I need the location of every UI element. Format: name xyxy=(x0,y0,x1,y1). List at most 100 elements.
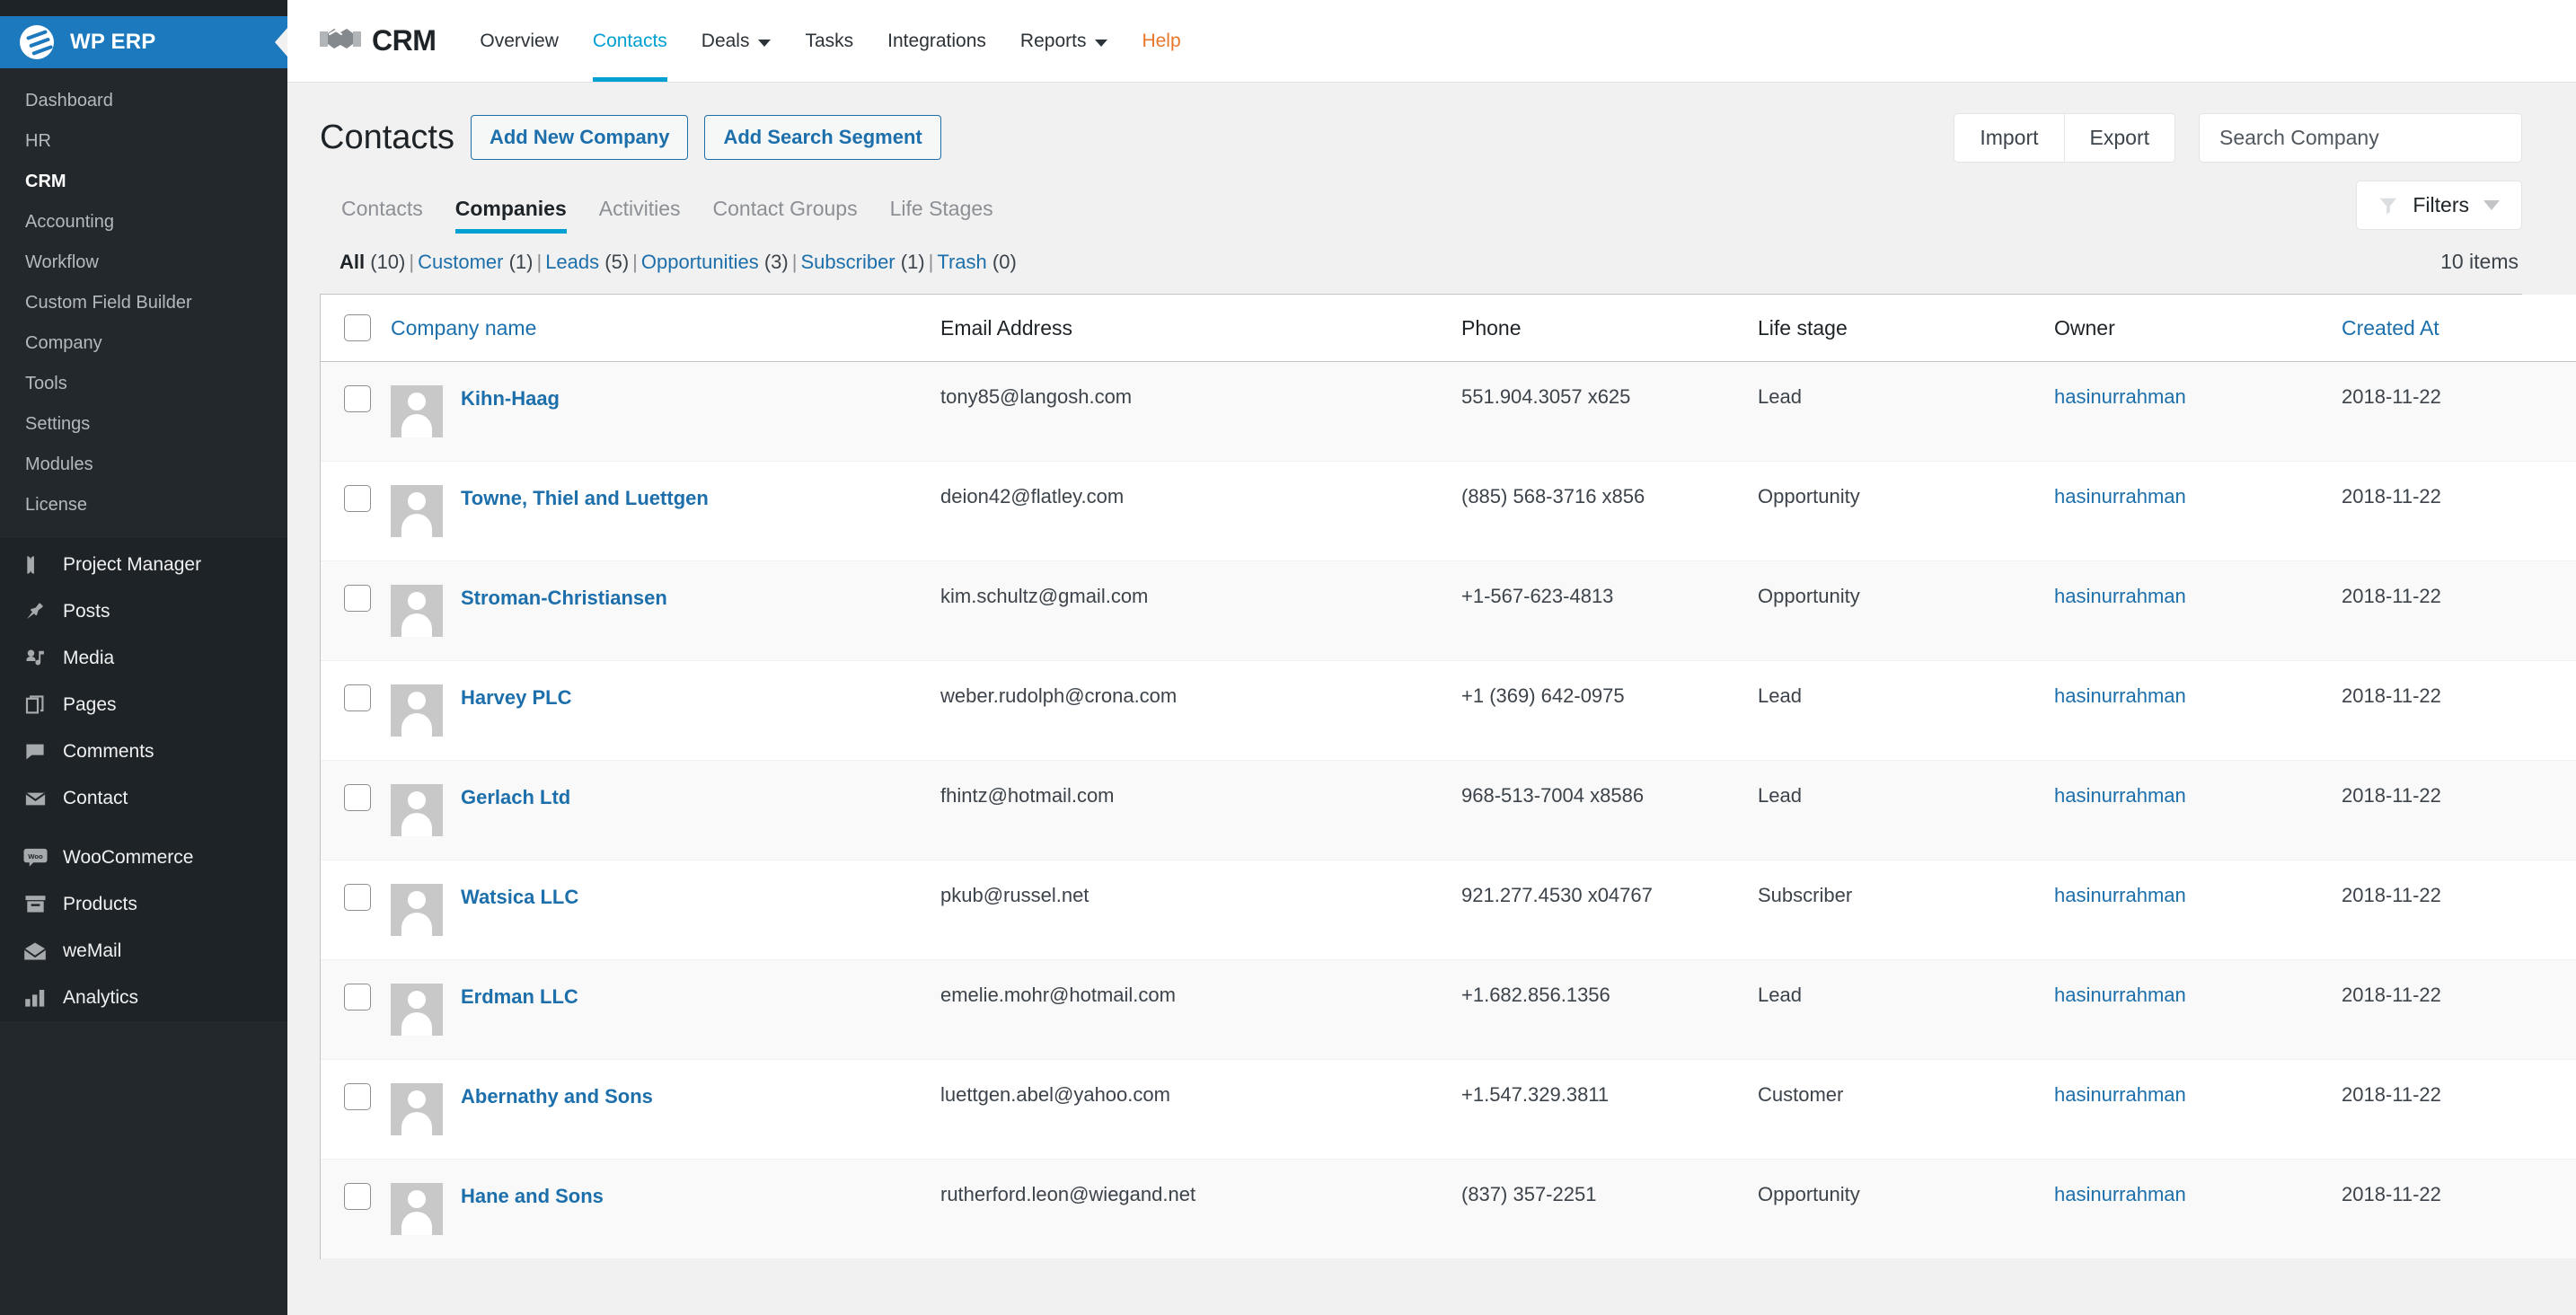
company-name-link[interactable]: Kihn-Haag xyxy=(461,385,560,410)
sidebar-item-hr[interactable]: HR xyxy=(0,121,287,162)
avatar xyxy=(391,485,443,537)
sidebar-item-woocommerce[interactable]: Woo WooCommerce xyxy=(0,834,287,881)
sidebar-item-media[interactable]: Media xyxy=(0,635,287,682)
row-checkbox[interactable] xyxy=(344,1183,371,1210)
status-link-all[interactable]: All xyxy=(340,251,365,273)
table-row[interactable]: Gerlach Ltd fhintz@hotmail.com 968-513-700… xyxy=(321,760,2576,860)
company-name-link[interactable]: Stroman-Christiansen xyxy=(461,585,667,610)
search-input[interactable] xyxy=(2219,125,2501,150)
funnel-icon xyxy=(2378,196,2398,216)
subtab-contact-groups[interactable]: Contact Groups xyxy=(697,197,874,234)
company-name-link[interactable]: Hane and Sons xyxy=(461,1183,604,1208)
tab-help[interactable]: Help xyxy=(1125,0,1197,82)
table-row[interactable]: Watsica LLC pkub@russel.net 921.277.4530 x… xyxy=(321,860,2576,960)
sidebar-item-contact[interactable]: Contact xyxy=(0,775,287,822)
tab-overview[interactable]: Overview xyxy=(463,0,576,82)
table-row[interactable]: Abernathy and Sons luettgen.abel@yahoo.co… xyxy=(321,1059,2576,1160)
sidebar-item-settings[interactable]: Settings xyxy=(0,404,287,445)
chevron-down-icon xyxy=(1095,39,1108,47)
table-row[interactable]: Erdman LLC emelie.mohr@hotmail.com +1.682.… xyxy=(321,959,2576,1060)
sidebar-collapse-arrow-icon[interactable] xyxy=(275,28,287,57)
sidebar-item-label: HR xyxy=(25,131,51,151)
sidebar-item-pages[interactable]: Pages xyxy=(0,682,287,728)
th-company-name[interactable]: Company name xyxy=(391,295,940,362)
table-row[interactable]: Hane and Sons rutherford.leon@wiegand.net… xyxy=(321,1159,2576,1259)
subtab-activities[interactable]: Activities xyxy=(583,197,697,234)
table-row[interactable]: Kihn-Haag tony85@langosh.com 551.904.3057 … xyxy=(321,361,2576,462)
row-checkbox[interactable] xyxy=(344,485,371,512)
company-name-link[interactable]: Harvey PLC xyxy=(461,684,572,710)
tab-label: Help xyxy=(1142,30,1181,51)
owner-link[interactable]: hasinurrahman xyxy=(2054,485,2186,507)
sidebar-item-accounting[interactable]: Accounting xyxy=(0,202,287,243)
sidebar-item-wemail[interactable]: weMail xyxy=(0,928,287,975)
sidebar-item-tools[interactable]: Tools xyxy=(0,364,287,404)
company-name-link[interactable]: Watsica LLC xyxy=(461,884,578,909)
tab-deals[interactable]: Deals xyxy=(684,0,789,82)
table-row[interactable]: Towne, Thiel and Luettgen deion42@flatley… xyxy=(321,461,2576,561)
crm-brand[interactable]: CRM xyxy=(320,23,437,58)
row-checkbox[interactable] xyxy=(344,585,371,612)
status-link-customer[interactable]: Customer xyxy=(418,251,503,273)
tab-label: Reports xyxy=(1019,30,1087,51)
sidebar-item-workflow[interactable]: Workflow xyxy=(0,243,287,283)
sidebar-item-company[interactable]: Company xyxy=(0,323,287,364)
tab-reports[interactable]: Reports xyxy=(1003,0,1125,82)
td-created-at: 2018-11-22 xyxy=(2342,560,2576,661)
subtab-companies[interactable]: Companies xyxy=(439,197,583,234)
row-checkbox[interactable] xyxy=(344,984,371,1011)
table-row[interactable]: Harvey PLC weber.rudolph@crona.com +1 (369… xyxy=(321,660,2576,761)
sidebar-item-analytics[interactable]: Analytics xyxy=(0,975,287,1021)
sidebar-item-crm[interactable]: CRM xyxy=(0,162,287,202)
company-name-link[interactable]: Erdman LLC xyxy=(461,984,578,1009)
row-checkbox[interactable] xyxy=(344,884,371,911)
subtab-life-stages[interactable]: Life Stages xyxy=(874,197,1010,234)
tab-contacts[interactable]: Contacts xyxy=(576,0,684,82)
company-name-link[interactable]: Gerlach Ltd xyxy=(461,784,570,809)
export-button[interactable]: Export xyxy=(2063,113,2175,162)
td-phone: (837) 357-2251 xyxy=(1461,1159,1758,1259)
owner-link[interactable]: hasinurrahman xyxy=(2054,984,2186,1006)
status-link-leads[interactable]: Leads xyxy=(545,251,599,273)
status-link-trash[interactable]: Trash xyxy=(937,251,986,273)
owner-link[interactable]: hasinurrahman xyxy=(2054,784,2186,807)
page-header: Contacts Add New Company Add Search Segm… xyxy=(320,83,2522,169)
tab-tasks[interactable]: Tasks xyxy=(788,0,870,82)
owner-link[interactable]: hasinurrahman xyxy=(2054,385,2186,408)
row-checkbox[interactable] xyxy=(344,684,371,711)
row-checkbox[interactable] xyxy=(344,385,371,412)
sidebar-item-posts[interactable]: Posts xyxy=(0,588,287,635)
tab-label: Overview xyxy=(480,30,559,51)
sidebar-item-project-manager[interactable]: Project Manager xyxy=(0,542,287,588)
import-button[interactable]: Import xyxy=(1954,113,2064,162)
select-all-checkbox[interactable] xyxy=(344,314,371,341)
status-count-subscriber: (1) xyxy=(900,251,925,273)
status-link-subscriber[interactable]: Subscriber xyxy=(800,251,895,273)
owner-link[interactable]: hasinurrahman xyxy=(2054,884,2186,906)
company-name-link[interactable]: Towne, Thiel and Luettgen xyxy=(461,485,709,510)
sidebar-item-dashboard[interactable]: Dashboard xyxy=(0,81,287,121)
sidebar-item-comments[interactable]: Comments xyxy=(0,728,287,775)
td-company-name: Towne, Thiel and Luettgen xyxy=(391,461,940,561)
filters-button[interactable]: Filters xyxy=(2356,181,2522,230)
status-link-opportunities[interactable]: Opportunities xyxy=(641,251,759,273)
owner-link[interactable]: hasinurrahman xyxy=(2054,1083,2186,1106)
table-row[interactable]: Stroman-Christiansen kim.schultz@gmail.co… xyxy=(321,560,2576,661)
sidebar-item-custom-field-builder[interactable]: Custom Field Builder xyxy=(0,283,287,323)
owner-link[interactable]: hasinurrahman xyxy=(2054,1183,2186,1205)
add-new-company-button[interactable]: Add New Company xyxy=(470,115,689,160)
owner-link[interactable]: hasinurrahman xyxy=(2054,585,2186,607)
sidebar-item-modules[interactable]: Modules xyxy=(0,445,287,485)
company-name-link[interactable]: Abernathy and Sons xyxy=(461,1083,653,1108)
sidebar-item-license[interactable]: License xyxy=(0,485,287,525)
add-search-segment-button[interactable]: Add Search Segment xyxy=(704,115,941,160)
owner-link[interactable]: hasinurrahman xyxy=(2054,684,2186,707)
th-created-at[interactable]: Created At xyxy=(2342,295,2576,362)
tab-integrations[interactable]: Integrations xyxy=(870,0,1003,82)
sidebar-item-products[interactable]: Products xyxy=(0,881,287,928)
row-checkbox[interactable] xyxy=(344,1083,371,1110)
wperp-brand-header[interactable]: WP ERP xyxy=(0,16,287,68)
search-company-box[interactable] xyxy=(2199,112,2522,163)
row-checkbox[interactable] xyxy=(344,784,371,811)
subtab-contacts[interactable]: Contacts xyxy=(320,197,439,234)
